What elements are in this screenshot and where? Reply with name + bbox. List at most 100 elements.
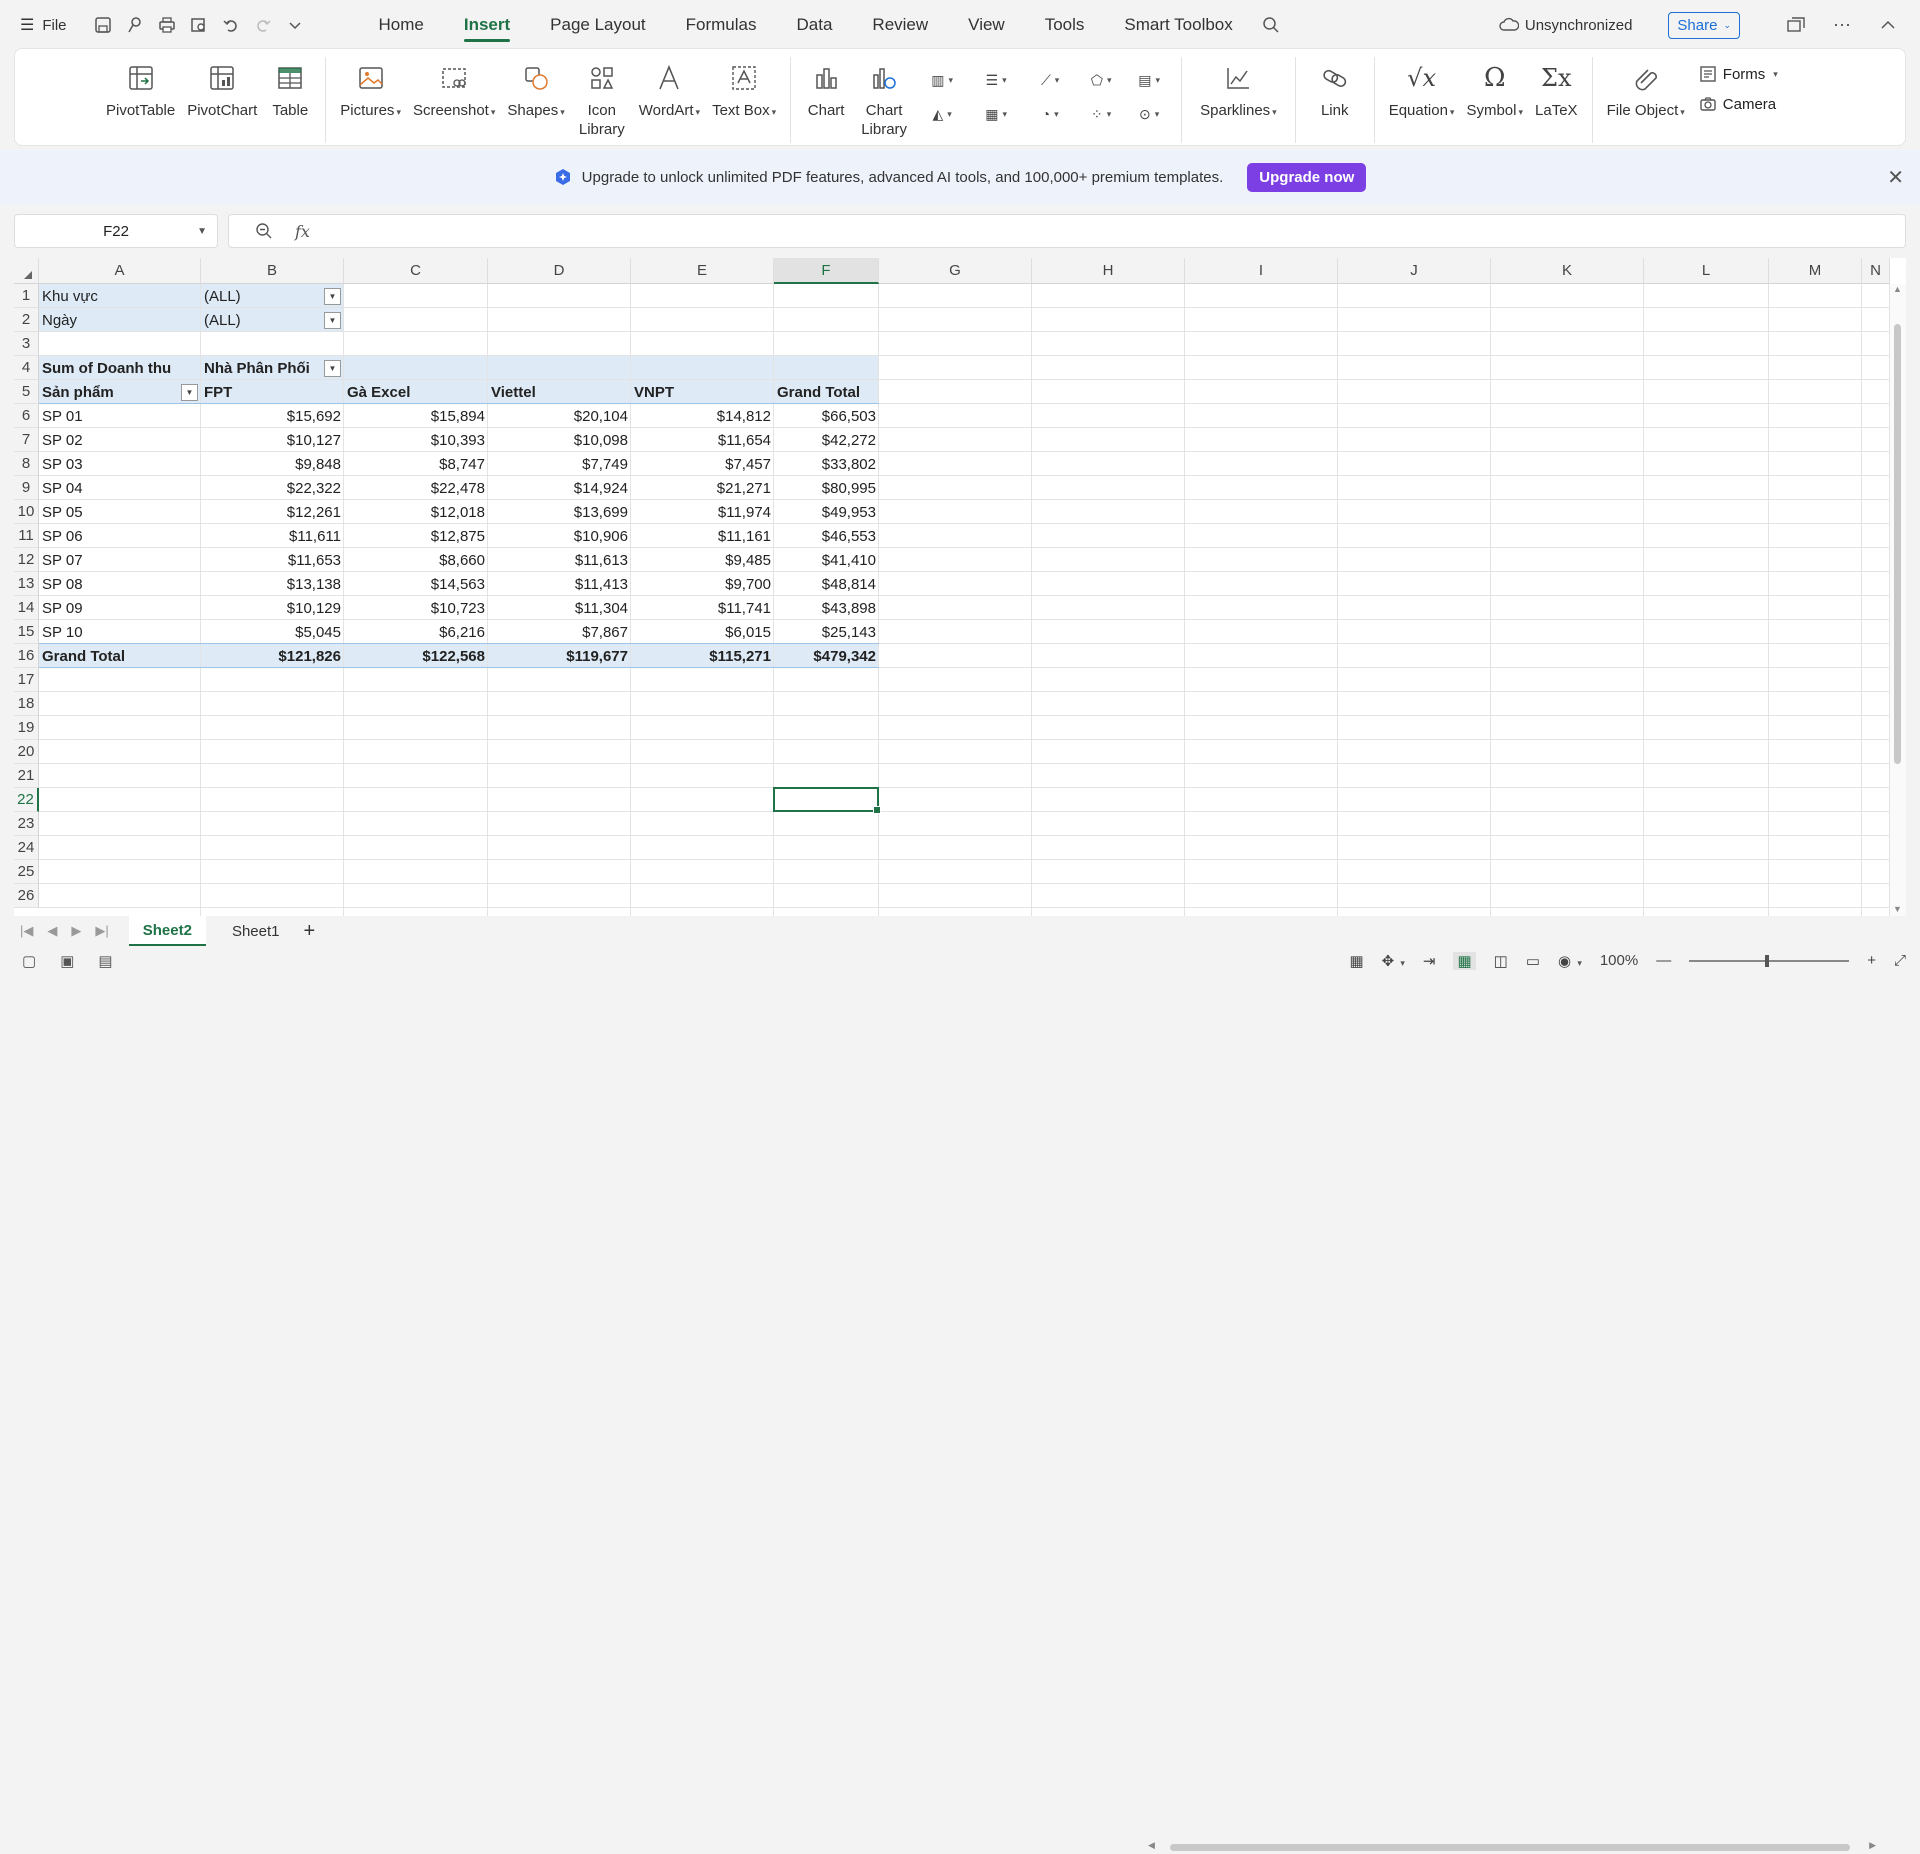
pivot-value-cell[interactable]: $10,127 xyxy=(201,428,344,452)
formula-input[interactable]: fx xyxy=(228,214,1906,248)
macro-icon[interactable]: ▣ xyxy=(60,952,74,970)
pivot-data-field-label[interactable]: Sum of Doanh thu xyxy=(39,356,201,380)
pivot-value-cell[interactable]: $10,906 xyxy=(488,524,631,548)
radar-chart-icon[interactable]: ⬠ ▾ xyxy=(1077,63,1125,97)
line-chart-icon[interactable]: ⟋ ▾ xyxy=(1023,63,1077,97)
pivot-value-cell[interactable]: $5,045 xyxy=(201,620,344,644)
pivot-value-cell[interactable]: $22,478 xyxy=(344,476,488,500)
eye-protection-icon[interactable]: ◉ ▾ xyxy=(1558,952,1582,970)
pivot-value-cell[interactable]: $22,322 xyxy=(201,476,344,500)
row-header-2[interactable]: 2 xyxy=(14,308,39,332)
column-header-f[interactable]: F xyxy=(774,258,879,284)
pivot-value-cell[interactable]: $15,692 xyxy=(201,404,344,428)
combo-chart-icon[interactable]: ▤ ▾ xyxy=(1125,63,1173,97)
shapes-button[interactable]: Shapes ▾ xyxy=(501,61,570,122)
tab-formulas[interactable]: Formulas xyxy=(666,0,777,50)
row-header-25[interactable]: 25 xyxy=(14,860,39,884)
row-header-21[interactable]: 21 xyxy=(14,764,39,788)
pivot-value-cell[interactable]: $11,613 xyxy=(488,548,631,572)
tab-page-layout[interactable]: Page Layout xyxy=(530,0,665,50)
pivot-value-cell[interactable]: $11,304 xyxy=(488,596,631,620)
scroll-up-icon[interactable]: ▲ xyxy=(1893,284,1902,294)
pivot-grand-total-label[interactable]: Grand Total xyxy=(39,644,201,668)
pivot-value-cell[interactable]: $11,974 xyxy=(631,500,774,524)
pivot-column-field-label[interactable]: Nhà Phân Phối xyxy=(201,356,344,380)
pivot-value-cell[interactable]: $10,098 xyxy=(488,428,631,452)
pivot-column-filter-dropdown-icon[interactable]: ▼ xyxy=(324,360,341,377)
redo-icon[interactable] xyxy=(249,11,277,39)
column-header-n[interactable]: N xyxy=(1862,258,1890,284)
freeze-icon[interactable]: ✥ ▾ xyxy=(1382,952,1405,970)
pivot-value-cell[interactable]: $41,410 xyxy=(774,548,879,572)
column-header-l[interactable]: L xyxy=(1644,258,1769,284)
column-header-a[interactable]: A xyxy=(39,258,201,284)
print-icon[interactable] xyxy=(153,11,181,39)
normal-view-icon[interactable]: ▦ xyxy=(1453,951,1476,970)
pivot-value-cell[interactable]: $43,898 xyxy=(774,596,879,620)
pivot-value-cell[interactable]: $8,660 xyxy=(344,548,488,572)
row-header-6[interactable]: 6 xyxy=(14,404,39,428)
add-sheet-icon[interactable]: + xyxy=(304,920,316,943)
pivot-value-cell[interactable]: $11,611 xyxy=(201,524,344,548)
pivot-filter-value[interactable]: (ALL) xyxy=(201,308,344,332)
pivot-grand-total-cell[interactable]: $479,342 xyxy=(774,644,879,668)
layout-switch-icon[interactable] xyxy=(1782,11,1810,39)
pivot-value-cell[interactable]: $25,143 xyxy=(774,620,879,644)
table-button[interactable]: Table xyxy=(263,61,317,120)
row-header-11[interactable]: 11 xyxy=(14,524,39,548)
pivot-value-cell[interactable]: $11,161 xyxy=(631,524,774,548)
column-header-h[interactable]: H xyxy=(1032,258,1185,284)
tab-smart-toolbox[interactable]: Smart Toolbox xyxy=(1104,0,1252,50)
vertical-scroll-thumb[interactable] xyxy=(1894,324,1901,764)
pivot-value-cell[interactable]: $48,814 xyxy=(774,572,879,596)
row-header-20[interactable]: 20 xyxy=(14,740,39,764)
print-preview-icon[interactable] xyxy=(185,11,213,39)
pivot-row-label[interactable]: SP 10 xyxy=(39,620,201,644)
pivot-row-label[interactable]: SP 02 xyxy=(39,428,201,452)
pivot-filter-label[interactable]: Khu vực xyxy=(39,284,201,308)
column-header-j[interactable]: J xyxy=(1338,258,1491,284)
tab-home[interactable]: Home xyxy=(359,0,444,50)
pivot-value-cell[interactable]: $11,413 xyxy=(488,572,631,596)
undo-icon[interactable] xyxy=(217,11,245,39)
prev-sheet-icon[interactable]: ◀ xyxy=(47,923,57,939)
row-header-12[interactable]: 12 xyxy=(14,548,39,572)
camera-button[interactable]: Camera xyxy=(1699,95,1778,113)
link-button[interactable]: Link xyxy=(1304,61,1366,120)
pivot-value-cell[interactable]: $11,741 xyxy=(631,596,774,620)
next-sheet-icon[interactable]: ▶ xyxy=(71,923,81,939)
zoom-slider[interactable] xyxy=(1689,954,1850,967)
pivot-value-cell[interactable]: $8,747 xyxy=(344,452,488,476)
row-header-19[interactable]: 19 xyxy=(14,716,39,740)
pivot-value-cell[interactable]: $14,563 xyxy=(344,572,488,596)
format-painter-icon[interactable] xyxy=(121,11,149,39)
export-icon[interactable]: ⇥ xyxy=(1423,952,1436,970)
select-all-corner[interactable] xyxy=(14,258,39,284)
tab-review[interactable]: Review xyxy=(852,0,948,50)
pivot-filter-value[interactable]: (ALL) xyxy=(201,284,344,308)
wordart-button[interactable]: WordArt ▾ xyxy=(633,61,706,122)
pivot-row-filter-dropdown-icon[interactable]: ▼ xyxy=(181,384,198,401)
file-menu[interactable]: ☰ File xyxy=(20,15,67,35)
column-header-m[interactable]: M xyxy=(1769,258,1862,284)
pivot-value-cell[interactable]: $12,261 xyxy=(201,500,344,524)
row-header-5[interactable]: 5 xyxy=(14,380,39,404)
collapse-ribbon-icon[interactable] xyxy=(1874,11,1902,39)
scroll-left-icon[interactable]: ◀ xyxy=(1148,1840,1155,1851)
pivot-value-cell[interactable]: $13,138 xyxy=(201,572,344,596)
pivot-value-cell[interactable]: $6,015 xyxy=(631,620,774,644)
chart-library-button[interactable]: Chart Library xyxy=(853,61,915,139)
row-header-17[interactable]: 17 xyxy=(14,668,39,692)
area-chart-icon[interactable]: ◭ ▾ xyxy=(915,97,969,131)
textbox-button[interactable]: Text Box ▾ xyxy=(706,61,782,122)
close-icon[interactable]: ✕ xyxy=(1887,165,1904,190)
pivot-grand-total-cell[interactable]: $115,271 xyxy=(631,644,774,668)
row-header-22[interactable]: 22 xyxy=(14,788,39,812)
row-header-7[interactable]: 7 xyxy=(14,428,39,452)
pivot-row-label[interactable]: SP 01 xyxy=(39,404,201,428)
selected-cell[interactable] xyxy=(773,787,881,814)
pivot-row-label[interactable]: SP 05 xyxy=(39,500,201,524)
notes-icon[interactable]: ▤ xyxy=(98,952,112,970)
column-header-c[interactable]: C xyxy=(344,258,488,284)
scatter-chart-icon[interactable]: ⁘ ▾ xyxy=(1077,97,1125,131)
